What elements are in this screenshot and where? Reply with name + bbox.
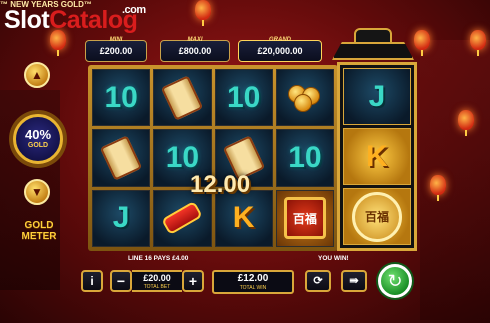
chevron-down-icon: ▼ bbox=[31, 185, 43, 199]
reel-cell: K bbox=[343, 128, 411, 185]
jackpot-grand-label: GRAND bbox=[269, 37, 291, 43]
reel-cell: 百福 bbox=[343, 188, 411, 245]
jackpot-maxi-label: MAXI bbox=[187, 37, 203, 43]
pagoda-eave bbox=[332, 42, 414, 60]
reel-cell: J bbox=[92, 189, 151, 247]
reel-cell: 10 bbox=[92, 69, 151, 127]
chevron-up-icon: ▲ bbox=[31, 68, 43, 82]
gold-reel: J K 百福 bbox=[337, 62, 417, 251]
win-amount: 12.00 bbox=[190, 171, 251, 198]
jackpot-grand: GRAND £20,000.00 bbox=[238, 37, 322, 62]
gold-meter-disc: 40% GOLD bbox=[13, 114, 63, 164]
lantern-decoration bbox=[470, 30, 486, 56]
symbol-j: J bbox=[368, 79, 386, 113]
decrease-bet-button[interactable]: − bbox=[110, 270, 132, 292]
site-logo: SlotCatalog .com bbox=[4, 4, 146, 35]
plus-icon: + bbox=[188, 273, 198, 289]
gold-meter-label: GOLD METER bbox=[21, 220, 57, 242]
jackpot-mini-value: £200.00 bbox=[99, 46, 133, 56]
turbo-button[interactable]: ⇛ bbox=[341, 270, 367, 292]
lantern-decoration bbox=[458, 110, 474, 136]
total-win-label: TOTAL WIN bbox=[239, 285, 267, 291]
gold-meter-unit: GOLD bbox=[27, 142, 49, 149]
autoplay-button[interactable]: ⟳ bbox=[305, 270, 331, 292]
meter-down-button[interactable]: ▼ bbox=[24, 179, 50, 205]
spin-button[interactable]: ↻ bbox=[378, 264, 412, 298]
total-bet: £20.00 TOTAL BET bbox=[132, 270, 182, 292]
you-win-label: YOU WIN! bbox=[318, 255, 349, 262]
reel-cell: J bbox=[343, 68, 411, 125]
total-win: £12.00 TOTAL WIN bbox=[212, 270, 294, 294]
gold-meter-percent: 40% bbox=[24, 127, 52, 142]
spin-icon: ↻ bbox=[387, 271, 403, 291]
meter-up-button[interactable]: ▲ bbox=[24, 62, 50, 88]
autoplay-icon: ⟳ bbox=[313, 275, 323, 287]
symbol-k: K bbox=[232, 201, 255, 235]
jackpot-maxi: MAXI £800.00 bbox=[160, 37, 230, 62]
turbo-icon: ⇛ bbox=[349, 275, 359, 287]
info-button[interactable]: i bbox=[81, 270, 103, 292]
reel-cell bbox=[275, 69, 334, 127]
reel-cell: 10 bbox=[275, 129, 334, 187]
symbol-seal: 百福 bbox=[352, 191, 402, 242]
reel-frame: 10 10 10 10 J K 百福 bbox=[88, 65, 338, 251]
symbol-firecracker bbox=[161, 201, 204, 236]
reel-grid: 10 10 10 10 J K 百福 bbox=[92, 69, 334, 247]
reel-cell bbox=[153, 69, 212, 127]
minus-icon: − bbox=[116, 273, 126, 289]
lantern-decoration bbox=[195, 0, 211, 26]
reel-cell: 百福 bbox=[275, 189, 334, 247]
lantern-decoration bbox=[414, 30, 430, 56]
jackpot-maxi-value: £800.00 bbox=[178, 46, 212, 56]
total-win-value: £12.00 bbox=[237, 273, 269, 284]
reel-cell: 10 bbox=[214, 69, 273, 127]
jackpot-mini: MINI £200.00 bbox=[85, 37, 147, 62]
symbol-10: 10 bbox=[165, 140, 200, 174]
symbol-scroll bbox=[99, 135, 143, 181]
jackpot-mini-label: MINI bbox=[109, 37, 123, 43]
symbol-j: J bbox=[112, 201, 130, 235]
logo-suffix: .com bbox=[122, 4, 146, 16]
total-bet-label: TOTAL BET bbox=[143, 284, 171, 290]
payline-info: LINE 16 PAYS £4.00 bbox=[128, 255, 189, 262]
lantern-decoration bbox=[430, 175, 446, 201]
symbol-scroll bbox=[161, 75, 204, 121]
pagoda-top bbox=[354, 28, 392, 44]
symbol-seal: 百福 bbox=[283, 197, 326, 240]
increase-bet-button[interactable]: + bbox=[182, 270, 204, 292]
symbol-k: K bbox=[366, 139, 388, 173]
symbol-10: 10 bbox=[288, 140, 322, 174]
symbol-10: 10 bbox=[226, 80, 261, 114]
pagoda-roof bbox=[332, 28, 414, 62]
total-bet-value: £20.00 bbox=[143, 273, 171, 283]
symbol-10: 10 bbox=[104, 80, 138, 114]
jackpot-grand-value: £20,000.00 bbox=[257, 46, 303, 56]
symbol-coins bbox=[287, 84, 322, 112]
logo-text-slot: Slot bbox=[4, 6, 50, 34]
reel-cell bbox=[92, 129, 151, 187]
info-icon: i bbox=[90, 274, 94, 288]
